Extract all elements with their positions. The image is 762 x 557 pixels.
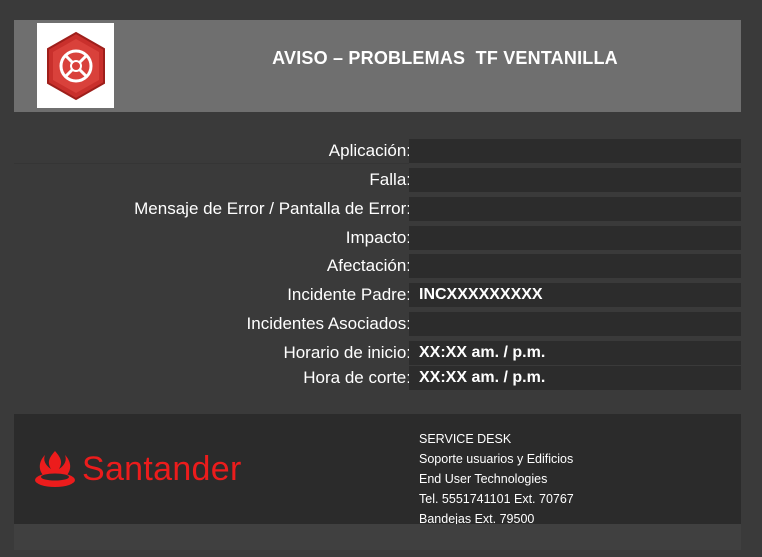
- incident-form: Aplicación: Falla: Mensaje de Error / Pa…: [14, 138, 741, 390]
- label-hora-corte: Hora de corte:: [303, 368, 411, 387]
- form-row-aplicacion: Aplicación:: [14, 138, 741, 164]
- form-row-incidente-padre: Incidente Padre: INCXXXXXXXXX: [14, 282, 741, 308]
- label-mensaje-error: Mensaje de Error / Pantalla de Error:: [134, 199, 411, 218]
- contact-line: End User Technologies: [419, 472, 548, 486]
- logo-box: [37, 23, 114, 108]
- warning-hexagon-icon: [46, 31, 105, 100]
- label-aplicacion: Aplicación:: [328, 141, 411, 160]
- header-banner: AVISO – PROBLEMAS TF VENTANILLA: [14, 20, 741, 112]
- field-mensaje-error[interactable]: [409, 197, 741, 221]
- page-title: AVISO – PROBLEMAS TF VENTANILLA: [272, 47, 618, 68]
- label-incidente-padre: Incidente Padre:: [287, 285, 411, 304]
- footer-banner: Santander SERVICE DESK Soporte usuarios …: [14, 414, 741, 526]
- contact-line: SERVICE DESK: [419, 432, 512, 446]
- field-afectacion[interactable]: [409, 254, 741, 278]
- field-incidentes-asociados[interactable]: [409, 312, 741, 336]
- brand-name: Santander: [82, 449, 242, 488]
- label-falla: Falla:: [369, 170, 411, 189]
- form-row-incidentes-asociados: Incidentes Asociados:: [14, 311, 741, 337]
- form-row-afectacion: Afectación:: [14, 253, 741, 279]
- field-horario-inicio[interactable]: XX:XX am. / p.m.: [409, 341, 741, 365]
- contact-line: Soporte usuarios y Edificios: [419, 452, 574, 466]
- field-incidente-padre[interactable]: INCXXXXXXXXX: [409, 283, 741, 307]
- label-incidentes-asociados: Incidentes Asociados:: [246, 314, 411, 333]
- label-impacto: Impacto:: [345, 228, 411, 247]
- label-horario-inicio: Horario de inicio:: [283, 343, 411, 362]
- row-divider: [14, 163, 409, 164]
- field-aplicacion[interactable]: [409, 139, 741, 163]
- form-row-hora-corte: Hora de corte: XX:XX am. / p.m.: [14, 365, 741, 391]
- field-falla[interactable]: [409, 168, 741, 192]
- santander-flame-icon: [35, 451, 75, 487]
- field-hora-corte[interactable]: XX:XX am. / p.m.: [409, 366, 741, 390]
- service-desk-contact: SERVICE DESK Soporte usuarios y Edificio…: [419, 429, 574, 529]
- contact-line: Tel. 5551741101 Ext. 70767: [419, 492, 574, 506]
- santander-logo: Santander: [34, 444, 242, 494]
- form-row-horario-inicio: Horario de inicio: XX:XX am. / p.m.: [14, 340, 741, 366]
- form-row-impacto: Impacto:: [14, 225, 741, 251]
- label-afectacion: Afectación:: [326, 256, 411, 275]
- bottom-strip: [14, 524, 741, 550]
- form-row-mensaje-error: Mensaje de Error / Pantalla de Error:: [14, 196, 741, 222]
- field-impacto[interactable]: [409, 226, 741, 250]
- form-row-falla: Falla:: [14, 167, 741, 193]
